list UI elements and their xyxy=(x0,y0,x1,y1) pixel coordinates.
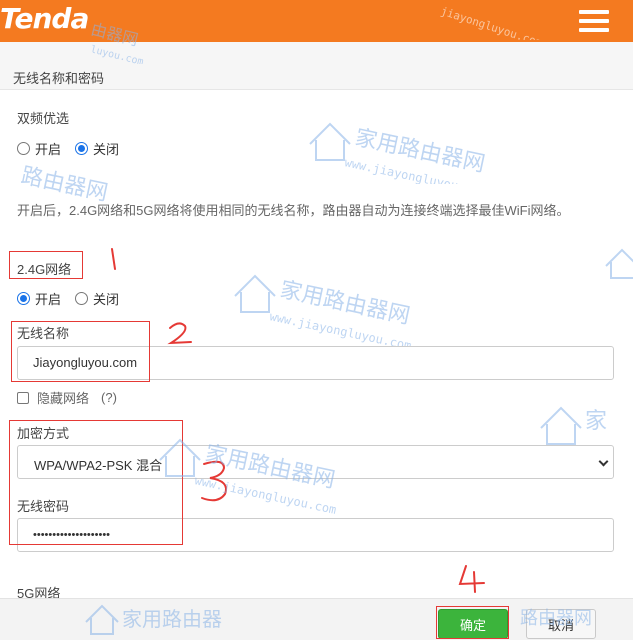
radio-icon[interactable] xyxy=(75,292,89,305)
band-24g-label: 2.4G网络 xyxy=(17,262,72,277)
band-24g-off-option[interactable]: 关闭 xyxy=(75,289,119,308)
chevron-down-icon xyxy=(598,456,609,467)
dual-band-description: 开启后，2.4G网络和5G网络将使用相同的无线名称，路由器自动为连接终端选择最佳… xyxy=(17,203,570,218)
password-input[interactable]: •••••••••••••••••••• xyxy=(17,518,614,552)
confirm-button[interactable]: 确定 xyxy=(438,609,508,639)
dual-band-label: 双频优选 xyxy=(17,111,70,126)
dual-band-on-option[interactable]: 开启 xyxy=(17,139,61,158)
dual-band-off-option[interactable]: 关闭 xyxy=(75,139,119,158)
help-icon[interactable]: (?) xyxy=(101,390,117,405)
encryption-select[interactable]: WPA/WPA2-PSK 混合 xyxy=(17,445,614,479)
hide-network-checkbox[interactable] xyxy=(17,391,29,404)
encryption-label: 加密方式 xyxy=(17,426,70,441)
radio-icon[interactable] xyxy=(17,142,30,155)
section-title: 无线名称和密码 xyxy=(0,42,633,90)
password-label: 无线密码 xyxy=(17,499,70,514)
action-footer: 确定 取消 xyxy=(0,598,633,640)
dual-band-radio-group: 开启 关闭 xyxy=(17,139,119,158)
app-header: Tenda xyxy=(0,0,633,42)
radio-selected-icon[interactable] xyxy=(17,292,30,305)
band-24g-radio-group: 开启 关闭 xyxy=(17,289,119,308)
settings-panel: 无线名称和密码 双频优选 开启 关闭 开启后，2.4G网络和5G网络将使用相同的… xyxy=(0,42,633,598)
tenda-logo[interactable]: Tenda xyxy=(0,2,89,35)
cancel-button[interactable]: 取消 xyxy=(526,609,596,639)
band-24g-on-option[interactable]: 开启 xyxy=(17,289,61,308)
hamburger-menu-icon[interactable] xyxy=(579,10,609,32)
hide-network-row: 隐藏网络 (?) xyxy=(17,388,117,407)
encryption-selected-value: WPA/WPA2-PSK 混合 xyxy=(34,458,163,473)
ssid-label: 无线名称 xyxy=(17,326,70,341)
ssid-input[interactable]: Jiayongluyou.com xyxy=(17,346,614,380)
band-5g-label: 5G网络 xyxy=(17,586,61,598)
radio-selected-icon[interactable] xyxy=(75,142,89,155)
hide-network-label: 隐藏网络 xyxy=(37,391,90,406)
